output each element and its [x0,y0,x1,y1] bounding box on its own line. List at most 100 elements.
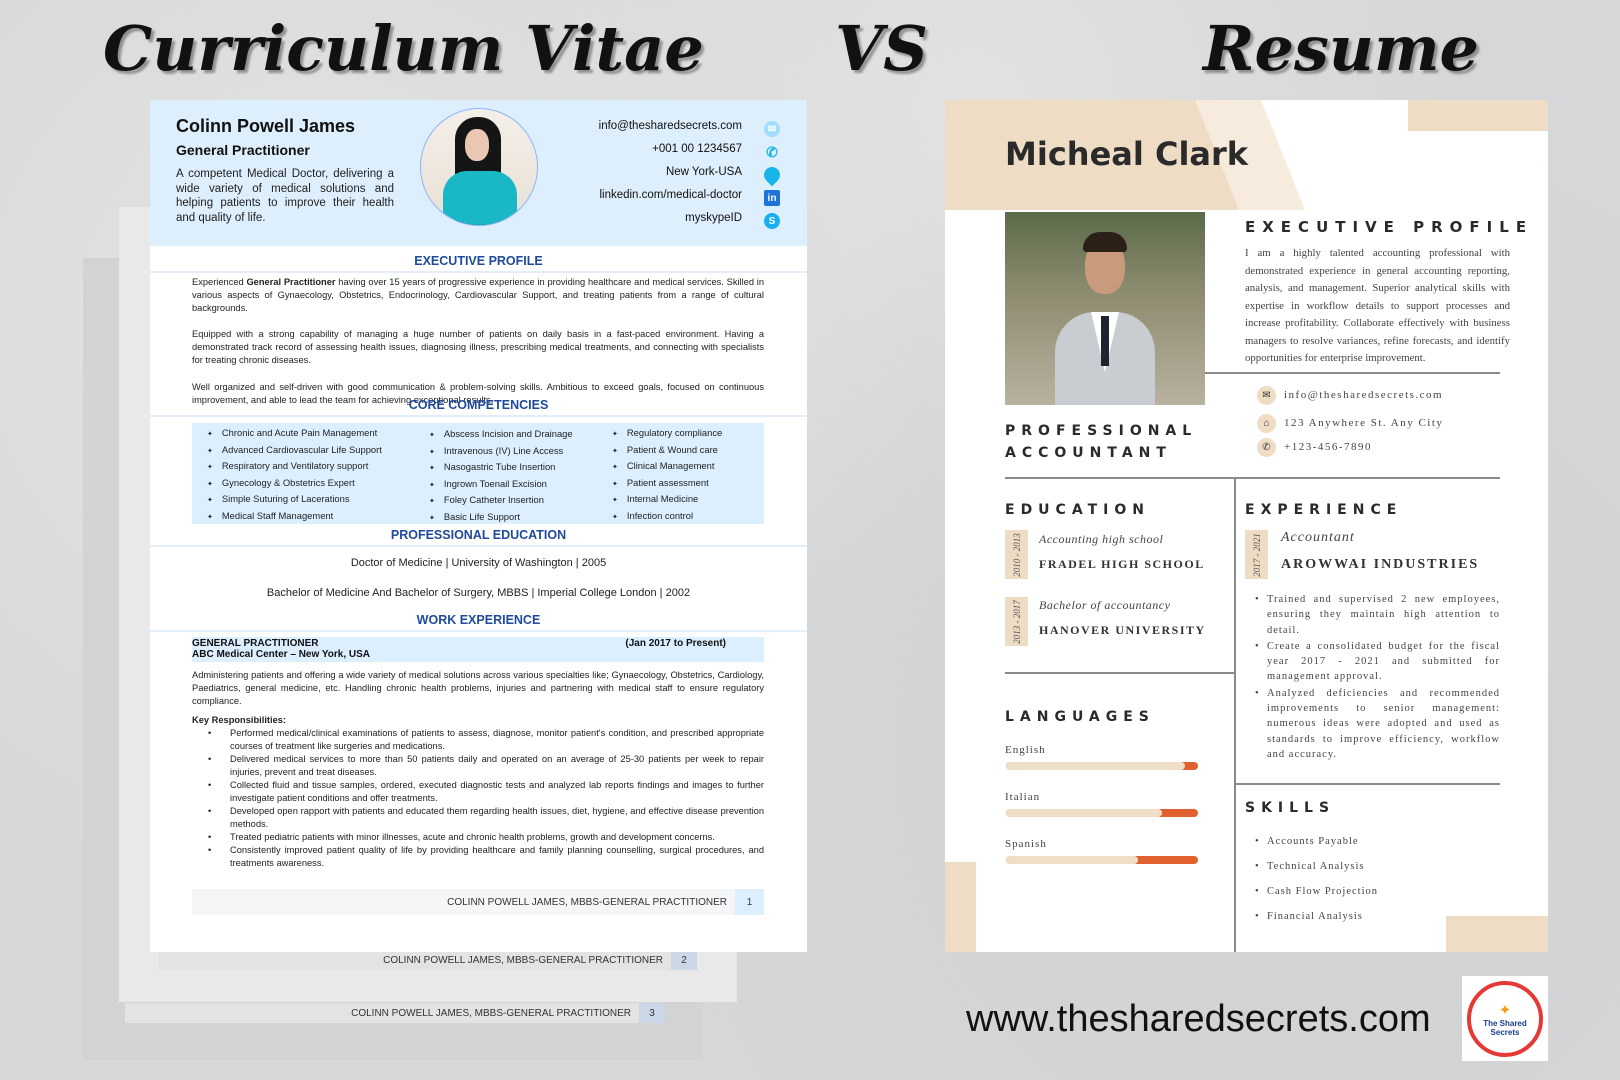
competency-item: Respiratory and Ventilatory support [207,460,382,477]
phone-icon: ✆ [766,143,778,160]
competency-item: Nasogastric Tube Insertion [429,461,573,478]
job-header: GENERAL PRACTITIONER ABC Medical Center … [192,637,764,662]
profile-paragraph: Equipped with a strong capability of man… [192,329,764,365]
corner-accent [1408,100,1548,131]
footer-text: COLINN POWELL JAMES, MBBS-GENERAL PRACTI… [351,1007,631,1019]
experience-bullets: Trained and supervised 2 new employees, … [1255,592,1500,763]
education-dates: 2010 - 2013 [1005,530,1028,579]
education-degree: Accounting high school [1039,532,1164,546]
job-dates: (Jan 2017 to Present) [625,638,726,649]
email-icon: ✉ [1257,386,1276,405]
page-number: 3 [639,1003,665,1023]
language-bar [1006,762,1198,770]
education-item: Doctor of Medicine | University of Washi… [350,557,607,569]
responsibility-item: Delivered medical services to more than … [208,753,764,779]
responsibility-item: Consistently improved patient quality of… [208,844,764,870]
education-school: FRADEL HIGH SCHOOL [1039,557,1205,571]
responsibility-item: Treated pediatric patients with minor il… [208,831,764,844]
cv-contact-linkedin: linkedin.com/medical-doctor [599,189,742,201]
competency-item: Infection control [612,510,722,527]
competency-item: Intravenous (IV) Line Access [429,445,573,462]
experience-bullet: Trained and supervised 2 new employees, … [1255,592,1500,638]
cv-page-1: Colinn Powell James General Practitioner… [150,100,807,952]
competency-item: Ingrown Toenail Excision [429,478,573,495]
divider [1234,477,1236,952]
section-languages: LANGUAGES [1005,709,1155,725]
cv-name: Colinn Powell James [176,116,356,136]
skill-item: Technical Analysis [1255,854,1378,879]
title-resume: Resume [1203,12,1480,85]
divider [150,630,807,632]
competency-item: Patient & Wound care [612,444,722,461]
section-experience: EXPERIENCE [1245,502,1403,518]
corner-accent [1446,916,1548,952]
divider [150,545,807,547]
cv-contact-location: New York-USA [665,166,742,178]
cv-contact-email: info@thesharedsecrets.com [598,120,742,132]
logo: ✦ The Shared Secrets [1462,976,1548,1061]
cv-page-1-footer: COLINN POWELL JAMES, MBBS-GENERAL PRACTI… [192,889,764,915]
website-link[interactable]: www.thesharedsecrets.com [966,998,1431,1041]
page-number: 1 [735,889,764,915]
competency-item: Medical Staff Management [207,510,382,527]
competency-item: Gynecology & Obstetrics Expert [207,477,382,494]
phone-icon: ✆ [1257,438,1276,457]
competency-item: Basic Life Support [429,511,573,528]
section-skills: SKILLS [1245,800,1336,816]
competency-item: Foley Catheter Insertion [429,494,573,511]
section-core-competencies: CORE COMPETENCIES [408,398,549,412]
skype-icon: S [764,213,780,229]
skills-list: Accounts PayableTechnical AnalysisCash F… [1255,829,1378,929]
resume-page: Micheal Clark PROFESSIONAL ACCOUNTANT EXE… [945,100,1548,952]
cv-page-2-footer: COLINN POWELL JAMES, MBBS-GENERAL PRACTI… [159,950,697,970]
responsibility-item: Collected fluid and tissue samples, orde… [208,779,764,805]
section-work-experience: WORK EXPERIENCE [416,613,541,627]
section-executive-profile: EXECUTIVE PROFILE [414,254,543,268]
responsibilities-list: Performed medical/clinical examinations … [208,727,764,870]
competency-item: Regulatory compliance [612,427,722,444]
section-education: EDUCATION [1005,502,1150,518]
cv-page-3-footer: COLINN POWELL JAMES, MBBS-GENERAL PRACTI… [125,1003,665,1023]
experience-title: Accountant [1281,530,1355,545]
footer-text: COLINN POWELL JAMES, MBBS-GENERAL PRACTI… [383,954,663,966]
resume-name: Micheal Clark [1005,135,1249,173]
responsibility-item: Performed medical/clinical examinations … [208,727,764,753]
footer-text: COLINN POWELL JAMES, MBBS-GENERAL PRACTI… [447,896,727,908]
job-description: Administering patients and offering a wi… [192,670,764,706]
cv-contact-phone: +001 00 1234567 [652,143,742,155]
divider [150,271,807,273]
competency-item: Simple Suturing of Lacerations [207,493,382,510]
experience-company: AROWWAI INDUSTRIES [1281,557,1480,572]
divider [1005,477,1500,479]
experience-bullet: Create a consolidated budget for the fis… [1255,639,1500,685]
language-bar [1006,809,1198,817]
skill-item: Cash Flow Projection [1255,879,1378,904]
email-icon: ✉ [764,121,780,137]
resume-contact-email: info@thesharedsecrets.com [1284,389,1444,401]
linkedin-icon: in [764,190,780,206]
education-dates: 2013 - 2017 [1005,597,1028,646]
person-icon: ✦ [1498,1002,1512,1019]
divider [1234,783,1500,785]
home-icon: ⌂ [1257,414,1276,433]
section-professional-education: PROFESSIONAL EDUCATION [390,528,567,542]
resume-profile: I am a highly talented accounting profes… [1245,247,1510,364]
profile-paragraph: Experienced General Practitioner having … [192,277,765,313]
cv-role: General Practitioner [176,142,310,158]
competency-item: Clinical Management [612,460,722,477]
cv-summary: A competent Medical Doctor, delivering a… [176,168,394,224]
key-responsibilities-label: Key Responsibilities: [192,715,287,725]
corner-accent [945,862,976,952]
education-item: Bachelor of Medicine And Bachelor of Sur… [266,587,691,599]
divider [1205,372,1500,374]
job-company: ABC Medical Center – New York, USA [192,649,371,660]
language-bar [1006,856,1198,864]
page-number: 2 [671,950,697,970]
skill-item: Financial Analysis [1255,904,1378,929]
language-label: English [1005,744,1046,756]
competencies-box: Chronic and Acute Pain ManagementAdvance… [192,423,764,524]
resume-photo [1005,212,1205,405]
competency-item: Chronic and Acute Pain Management [207,427,382,444]
title-curriculum-vitae: Curriculum Vitae [103,12,704,85]
cv-header: Colinn Powell James General Practitioner… [150,100,807,246]
